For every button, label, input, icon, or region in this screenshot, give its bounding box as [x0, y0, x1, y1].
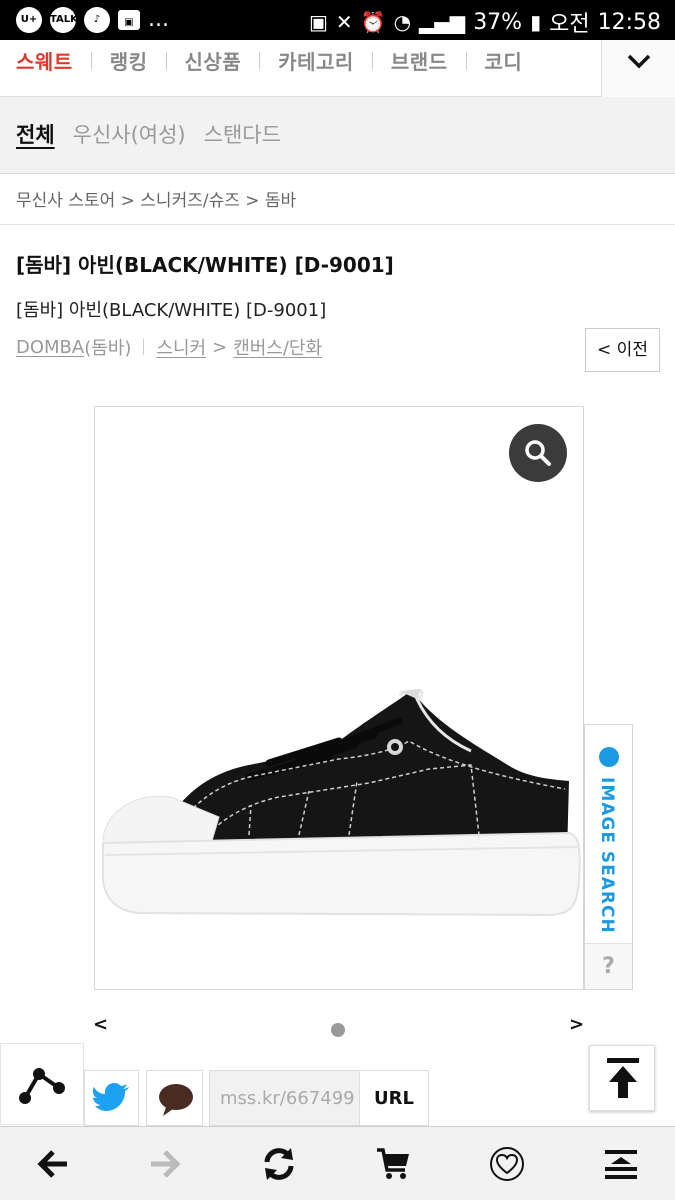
nav-item-sweat[interactable]: 스웨트 — [16, 46, 73, 75]
battery-icon: ▮ — [530, 10, 542, 34]
voice-icon: ♪ — [84, 7, 110, 33]
favorite-button[interactable] — [484, 1141, 530, 1187]
nav-divider — [259, 51, 261, 70]
speech-bubble-icon — [159, 1084, 193, 1116]
short-url-field[interactable]: mss.kr/667499 — [209, 1070, 360, 1126]
wifi-icon: ◔ — [393, 10, 412, 34]
help-button[interactable]: ? — [585, 943, 632, 989]
nav-divider — [90, 51, 92, 70]
category-link-canvas[interactable]: 캔버스/단화 — [233, 334, 322, 360]
notification-icons: U+ TALK ♪ ▣ ... — [16, 7, 169, 33]
scroll-top-button[interactable] — [589, 1045, 655, 1111]
chevron-down-icon — [627, 54, 651, 69]
back-button[interactable] — [30, 1141, 76, 1187]
tab-standard[interactable]: 스탠다드 — [204, 119, 281, 149]
carousel-indicator[interactable] — [331, 1023, 345, 1037]
clock-time: 12:58 — [597, 9, 661, 35]
product-image-viewer[interactable] — [94, 406, 584, 990]
nav-item-new[interactable]: 신상품 — [185, 46, 242, 75]
forward-arrow-icon — [151, 1150, 181, 1178]
clock-ampm: 오전 — [549, 12, 590, 37]
top-nav: 스웨트 랭킹 신상품 카테고리 브랜드 코디 — [0, 40, 675, 97]
previous-button[interactable]: < 이전 — [585, 328, 660, 372]
cart-button[interactable] — [370, 1141, 416, 1187]
breadcrumb[interactable]: 무신사 스토어 > 스니커즈/슈즈 > 돔바 — [16, 186, 296, 211]
carousel-prev-button[interactable]: < — [93, 1014, 108, 1035]
nav-expand-button[interactable] — [601, 40, 675, 97]
nav-item-category[interactable]: 카테고리 — [278, 46, 354, 75]
refresh-icon — [264, 1148, 294, 1180]
image-search-button[interactable]: IMAGE SEARCH ? — [584, 724, 633, 990]
copy-url-button[interactable]: URL — [359, 1070, 429, 1126]
carousel-next-button[interactable]: > — [569, 1014, 584, 1035]
share-button[interactable] — [0, 1043, 84, 1125]
nav-item-brand[interactable]: 브랜드 — [391, 46, 448, 75]
search-icon — [525, 440, 551, 466]
divider — [0, 224, 675, 225]
sub-tabs: 전체 우신사(여성) 스탠다드 — [0, 97, 675, 174]
forward-button[interactable] — [142, 1141, 188, 1187]
status-bar: U+ TALK ♪ ▣ ... ▣ ✕ ⏰ ◔ ▂▄▆ 37% ▮ 오전 12:… — [0, 0, 675, 40]
tab-all[interactable]: 전체 — [16, 119, 55, 149]
alarm-icon: ⏰ — [360, 10, 386, 34]
u-plus-icon: U+ — [16, 7, 42, 33]
system-status: ▣ ✕ ⏰ ◔ ▂▄▆ 37% ▮ 오전 12:58 — [309, 6, 661, 38]
kakaotalk-icon: TALK — [50, 7, 78, 33]
share-icon — [19, 1068, 65, 1104]
more-notifications: ... — [148, 7, 169, 32]
nav-item-codi[interactable]: 코디 — [485, 46, 523, 75]
battery-percent: 37% — [473, 9, 523, 35]
nav-divider — [371, 51, 373, 70]
heart-icon — [490, 1147, 524, 1181]
category-divider — [143, 339, 145, 355]
twitter-share-button[interactable] — [84, 1070, 139, 1126]
kakao-share-button[interactable] — [146, 1070, 203, 1126]
product-photo — [102, 689, 581, 917]
product-subtitle: [돔바] 아빈(BLACK/WHITE) [D-9001] — [16, 300, 327, 321]
menu-icon — [605, 1150, 637, 1179]
mute-icon: ✕ — [335, 10, 353, 34]
image-search-dot-icon — [599, 747, 619, 767]
brand-link[interactable]: DOMBA — [16, 337, 84, 358]
back-arrow-icon — [37, 1150, 67, 1178]
product-title: [돔바] 아빈(BLACK/WHITE) [D-9001] — [16, 253, 394, 277]
category-separator: > — [212, 336, 228, 358]
signal-icon: ▂▄▆ — [419, 10, 466, 34]
refresh-button[interactable] — [256, 1141, 302, 1187]
nav-item-ranking[interactable]: 랭킹 — [110, 46, 148, 75]
zoom-button[interactable] — [509, 424, 567, 482]
nav-divider — [165, 51, 167, 70]
tab-wusinsa[interactable]: 우신사(여성) — [73, 119, 186, 149]
gallery-icon: ▣ — [118, 10, 140, 30]
nav-divider — [465, 51, 467, 70]
image-search-label: IMAGE SEARCH — [597, 777, 617, 934]
cart-icon — [377, 1148, 409, 1179]
menu-button[interactable] — [598, 1141, 644, 1187]
brand-korean: (돔바) — [84, 338, 132, 359]
twitter-icon — [93, 1083, 129, 1111]
screenshot-icon: ▣ — [309, 10, 328, 34]
category-link-sneaker[interactable]: 스니커 — [156, 334, 206, 360]
arrow-up-icon — [607, 1058, 639, 1098]
browser-toolbar — [0, 1126, 675, 1200]
product-category: DOMBA (돔바) 스니커 > 캔버스/단화 — [16, 334, 322, 360]
